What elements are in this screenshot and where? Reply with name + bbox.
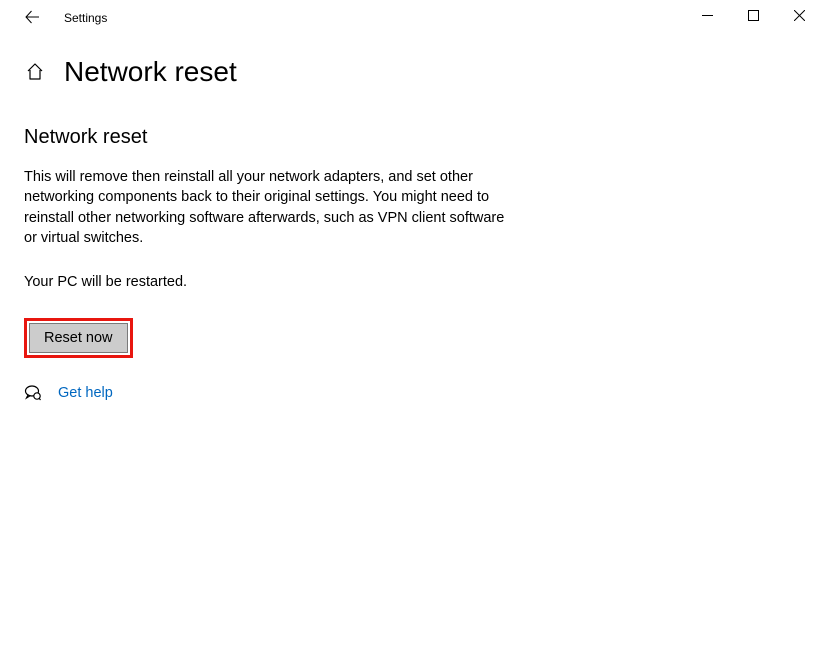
- chat-help-icon: [24, 384, 42, 402]
- home-icon[interactable]: [24, 61, 46, 83]
- arrow-left-icon: [24, 9, 40, 28]
- maximize-icon: [748, 9, 759, 24]
- highlight-annotation: Reset now: [24, 318, 133, 358]
- window-controls: [684, 0, 822, 36]
- minimize-icon: [702, 9, 713, 24]
- close-icon: [794, 9, 805, 24]
- maximize-button[interactable]: [730, 0, 776, 32]
- get-help-link[interactable]: Get help: [58, 385, 113, 401]
- description-text: This will remove then reinstall all your…: [24, 167, 516, 248]
- restart-note: Your PC will be restarted.: [24, 274, 516, 290]
- app-name-label: Settings: [64, 11, 107, 25]
- page-header: Network reset: [0, 36, 822, 98]
- section-heading: Network reset: [24, 126, 516, 149]
- titlebar: Settings: [0, 0, 822, 36]
- reset-now-button[interactable]: Reset now: [29, 323, 128, 353]
- minimize-button[interactable]: [684, 0, 730, 32]
- main-content: Network reset This will remove then rein…: [0, 98, 540, 402]
- page-title: Network reset: [64, 56, 237, 88]
- back-button[interactable]: [18, 4, 46, 32]
- close-button[interactable]: [776, 0, 822, 32]
- help-row: Get help: [24, 384, 516, 402]
